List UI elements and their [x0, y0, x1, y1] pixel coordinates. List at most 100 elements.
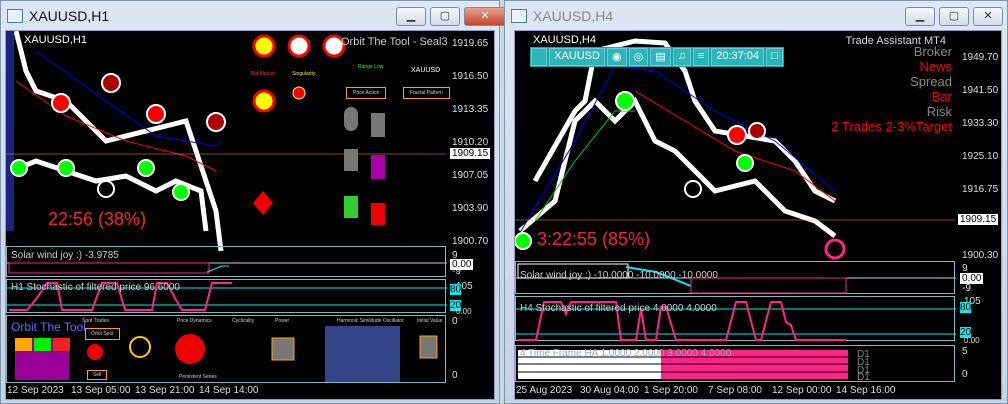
indicator-label: Solar wind joy :) -3.9785 [11, 250, 119, 261]
price-label: 1933.30 [962, 118, 999, 129]
time-label: 12 Sep 00:00 [772, 385, 832, 396]
eye-icon[interactable]: ◎ [628, 48, 649, 66]
camera-icon[interactable]: ◉ [606, 48, 627, 66]
window-title: XAUUSD,H1 [29, 8, 110, 24]
solar-wind-pane: Solar wind joy :) -10.0000 -10.0000 -10.… [515, 261, 956, 294]
fractal-pattern-button[interactable]: Fractal Pattern [403, 87, 450, 99]
time-label: 12 Sep 2023 [7, 385, 64, 396]
solar-wind-pane: Solar wind joy :) -3.9785 [6, 246, 447, 277]
gauge-icon [371, 203, 385, 225]
symbol-select[interactable]: XAUUSD [549, 48, 605, 66]
scale-label: -9 [452, 266, 461, 277]
buy-signal-icon [57, 159, 75, 177]
sell-icon [87, 344, 103, 360]
buy-signal-icon [515, 232, 532, 250]
indicator-label: H4 Stochastic of filtered price 4.0000 4… [520, 303, 717, 314]
price-label: 1949.70 [962, 52, 999, 63]
peak-icon [253, 191, 273, 215]
toolbar-handle[interactable] [531, 48, 548, 66]
price-label: 1910.20 [452, 137, 489, 148]
price-action-button[interactable]: Price Action [346, 87, 387, 99]
window-icon[interactable]: □ [766, 48, 783, 66]
scale-label: 0 [452, 316, 458, 327]
maximize-button[interactable]: ▢ [939, 7, 969, 26]
status-news: News [919, 59, 952, 74]
maximize-button[interactable]: ▢ [430, 7, 460, 26]
bell-icon[interactable]: ♫ [672, 48, 691, 66]
chart-window-icon [511, 9, 527, 23]
ha-pane: 4 Time Frame HA 1.0000 2.0000 3.0000 4.0… [515, 345, 955, 383]
symbol-tag: XAUUSD [411, 67, 441, 74]
close-button[interactable]: ✕ [973, 7, 1003, 26]
status-broker: Broker [913, 44, 952, 59]
stochastic-pane: H4 Stochastic of filtered price 4.0000 4… [515, 296, 956, 341]
scale-label: 0.00 [456, 307, 472, 316]
chart-symbol-label: XAUUSD,H1 [24, 34, 87, 46]
sell-arrow-icon [206, 112, 226, 132]
overlay-title: Orbit The Tool - Seal3 [341, 36, 448, 48]
crosshair-icon [292, 86, 306, 100]
indicator-label: H1 Stochastic of filtered price 96.6000 [11, 282, 180, 293]
status-target: 2 Trades 2-3%Target [831, 119, 952, 134]
buy-signal-icon [137, 159, 155, 177]
indicator-label: 4 Time Frame HA 1.0000 2.0000 3.0000 4.0… [520, 348, 732, 359]
price-label: 1913.35 [452, 104, 489, 115]
bar-timer: 3:22:55 (85%) [537, 229, 651, 249]
scale-label: 0 [452, 370, 458, 381]
label-singularity: Singularity [292, 71, 316, 77]
price-label: 1900.30 [962, 250, 999, 261]
sell-arrow-icon [101, 73, 121, 93]
scale-label: 80 [960, 302, 972, 313]
window-title: XAUUSD,H4 [533, 8, 614, 24]
scale-label: 80 [450, 284, 462, 295]
price-label: 1925.10 [962, 151, 999, 162]
calendar-icon[interactable]: ▤ [650, 48, 671, 66]
buy-arrow-icon [97, 180, 115, 198]
label-bid-market: Bid Market [251, 71, 275, 77]
indicator-label: Solar wind joy :) -10.0000 -10.0000 -10.… [520, 270, 718, 281]
price-dynamics-icon [175, 334, 205, 364]
price-label: 1941.50 [962, 85, 999, 96]
oscillator-grid [325, 326, 400, 382]
minimize-button[interactable]: ▁ [396, 7, 426, 26]
orbit-tool-pane: Orbit The Tool Spot Trades Price Dynamic… [6, 315, 446, 383]
close-button[interactable]: ✕ [464, 7, 506, 26]
buy-signal-icon [615, 91, 635, 111]
sell-arrow-icon [748, 122, 766, 140]
price-label: 1900.70 [452, 236, 489, 247]
time-label: 13 Sep 05:00 [71, 385, 131, 396]
time-label: 14 Sep 14:00 [199, 385, 259, 396]
label-range-low: Range Low [358, 64, 384, 70]
power-box [271, 337, 295, 361]
status-bar: Bar [931, 89, 952, 104]
gauge-icon [371, 155, 385, 179]
reversal-icon [824, 238, 846, 260]
status-risk: Risk [926, 104, 952, 119]
bar-timer: 22:56 (38%) [48, 209, 147, 229]
scale-label: 0.00 [964, 336, 980, 345]
signal-m-icon [287, 34, 311, 58]
clock-display: 20:37:04 [711, 48, 765, 66]
time-label: 1 Sep 20:00 [644, 385, 698, 396]
time-label: 13 Sep 21:00 [135, 385, 195, 396]
current-price-label: 1909.15 [958, 214, 999, 225]
trade-toolbar: XAUUSD ◉ ◎ ▤ ♫ ≡ 20:37:04 □ [530, 47, 784, 67]
minimize-button[interactable]: ▁ [905, 7, 935, 26]
buy-arrow-icon [684, 180, 702, 198]
time-label: 14 Sep 16:00 [836, 385, 896, 396]
time-label: 25 Aug 2023 [516, 385, 573, 396]
price-label: 1907.05 [452, 170, 489, 181]
chart-area-h1[interactable]: XAUUSD,H1 Orbit The Tool - Seal3 22:56 (… [5, 30, 495, 400]
stochastic-pane: H1 Stochastic of filtered price 96.6000 [6, 279, 447, 313]
gauge-icon [371, 113, 385, 137]
orbit-icon [129, 336, 151, 358]
scale-label: 5 [962, 346, 968, 357]
current-price-label: 1909.15 [450, 148, 491, 159]
tf-tag: D1 [857, 372, 870, 383]
menu-icon[interactable]: ≡ [692, 48, 710, 66]
gauge-icon [344, 107, 358, 131]
gauge-icon [344, 196, 358, 218]
time-label: 30 Aug 04:00 [580, 385, 639, 396]
histogram [8, 262, 210, 274]
initial-value-box [419, 335, 438, 359]
